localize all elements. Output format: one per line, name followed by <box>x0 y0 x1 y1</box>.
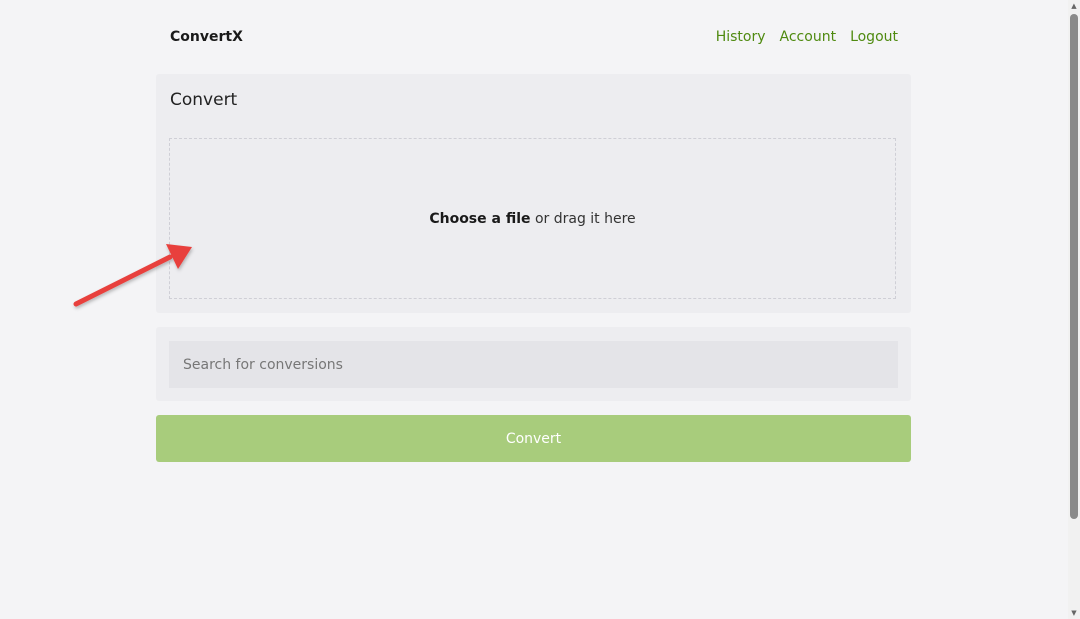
header: ConvertX History Account Logout <box>156 22 911 52</box>
search-card <box>156 327 911 401</box>
scroll-down-arrow-icon[interactable]: ▼ <box>1068 607 1080 619</box>
brand-logo[interactable]: ConvertX <box>170 29 243 45</box>
file-dropzone[interactable]: Choose a file or drag it here <box>169 138 896 299</box>
scroll-up-arrow-icon[interactable]: ▲ <box>1068 0 1080 12</box>
red-pointer-arrow-icon <box>73 244 192 307</box>
convert-card-title: Convert <box>170 90 238 110</box>
page: ConvertX History Account Logout Convert … <box>0 0 1080 619</box>
drag-here-text: or drag it here <box>530 210 636 227</box>
convert-card: Convert Choose a file or drag it here <box>156 74 911 313</box>
nav-logout-link[interactable]: Logout <box>850 29 898 45</box>
choose-file-link[interactable]: Choose a file <box>429 211 530 227</box>
convert-button[interactable]: Convert <box>156 415 911 462</box>
nav-history-link[interactable]: History <box>716 29 766 45</box>
scrollbar-thumb[interactable] <box>1070 14 1078 519</box>
vertical-scrollbar[interactable]: ▲ ▼ <box>1068 0 1080 619</box>
search-conversions-input[interactable] <box>169 341 898 388</box>
nav-account-link[interactable]: Account <box>780 29 837 45</box>
top-nav: History Account Logout <box>716 29 898 45</box>
